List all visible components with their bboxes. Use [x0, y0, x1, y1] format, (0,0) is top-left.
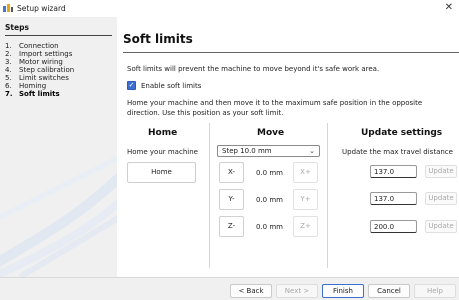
help-button[interactable]: Help — [414, 284, 456, 298]
steps-list: 1. Connection 2. Import settings 3. Motor w… — [5, 42, 74, 98]
step-item-limit-switches: 5. Limit switches — [5, 74, 69, 82]
z-minus-button[interactable]: Z- — [219, 216, 244, 237]
chevron-down-icon: ⌄ — [309, 147, 315, 155]
step-size-select[interactable]: Step 10.0 mm ⌄ — [217, 145, 320, 157]
title-divider — [123, 52, 459, 53]
finish-button[interactable]: Finish — [322, 284, 364, 298]
home-button[interactable]: Home — [127, 162, 196, 183]
step-item-import-settings: 2. Import settings — [5, 50, 73, 58]
x-update-button[interactable]: Update — [425, 165, 457, 178]
home-column-header: Home — [148, 128, 178, 138]
x-max-travel-input[interactable]: 137.0 — [370, 165, 417, 178]
main-panel: Soft limits Soft limits will prevent the… — [117, 17, 459, 277]
step-item-step-calibration: 4. Step calibration — [5, 66, 75, 74]
step-item-connection: 1. Connection — [5, 42, 59, 50]
close-icon[interactable]: ✕ — [445, 3, 453, 13]
x-plus-button[interactable]: X+ — [293, 162, 318, 183]
steps-sidebar: Steps 1. Connection 2. Import settings 3. M… — [0, 17, 117, 277]
back-button[interactable]: < Back — [230, 284, 272, 298]
home-description: Home your machine — [127, 148, 198, 156]
move-column-header: Move — [257, 128, 285, 138]
z-plus-button[interactable]: Z+ — [293, 216, 318, 237]
z-update-button[interactable]: Update — [425, 220, 457, 233]
title-bar: Setup wizard ✕ — [0, 0, 459, 17]
enable-soft-limits-checkbox[interactable]: ✓ — [127, 81, 136, 90]
app-icon — [3, 4, 13, 12]
enable-soft-limits-label[interactable]: Enable soft limits — [141, 82, 201, 90]
y-plus-button[interactable]: Y+ — [293, 189, 318, 210]
z-position-value: 0.0 mm — [256, 223, 283, 231]
step-item-soft-limits: 7. Soft limits — [5, 90, 60, 98]
instructions-text: Home your machine and then move it to th… — [127, 99, 423, 117]
next-button[interactable]: Next > — [276, 284, 318, 298]
y-update-button[interactable]: Update — [425, 192, 457, 205]
update-column-header: Update settings — [361, 128, 443, 138]
steps-divider — [5, 35, 112, 36]
y-minus-button[interactable]: Y- — [219, 189, 244, 210]
step-item-motor-wiring: 3. Motor wiring — [5, 58, 63, 66]
update-description: Update the max travel distance — [342, 148, 453, 156]
page-title: Soft limits — [123, 32, 193, 46]
column-divider — [209, 123, 210, 268]
step-size-value: Step 10.0 mm — [222, 147, 272, 155]
intro-text: Soft limits will prevent the machine to … — [127, 65, 380, 73]
step-item-homing: 6. Homing — [5, 82, 47, 90]
wizard-footer: < Back Next > Finish Cancel Help — [0, 277, 459, 300]
z-max-travel-input[interactable]: 200.0 — [370, 220, 417, 233]
window-title: Setup wizard — [17, 4, 66, 13]
x-position-value: 0.0 mm — [256, 169, 283, 177]
steps-header: Steps — [5, 23, 29, 32]
column-divider — [327, 123, 328, 268]
cancel-button[interactable]: Cancel — [368, 284, 410, 298]
x-minus-button[interactable]: X- — [219, 162, 244, 183]
y-position-value: 0.0 mm — [256, 196, 283, 204]
y-max-travel-input[interactable]: 137.0 — [370, 192, 417, 205]
